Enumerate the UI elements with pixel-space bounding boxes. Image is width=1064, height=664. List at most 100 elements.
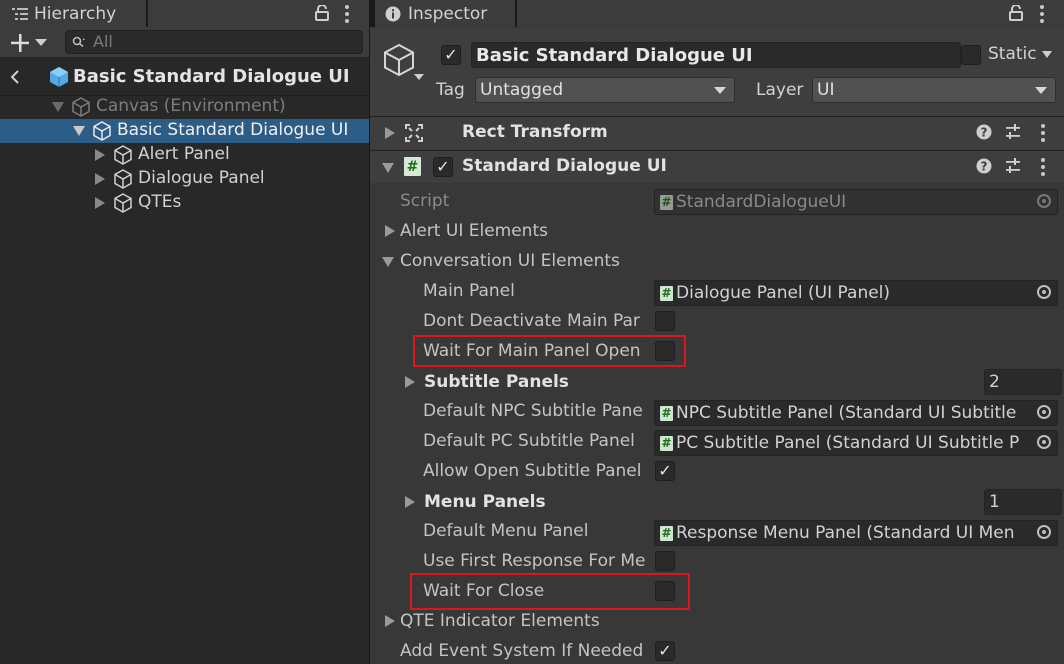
- object-picker-icon[interactable]: [1037, 285, 1051, 299]
- allow-open-subtitle-label: Allow Open Subtitle Panel: [423, 461, 642, 481]
- default-pc-subtitle-value: PC Subtitle Panel (Standard UI Subtitle …: [676, 433, 1020, 453]
- tag-dropdown[interactable]: Untagged: [475, 77, 735, 103]
- icon-dropdown-caret-icon[interactable]: [414, 74, 424, 80]
- list-item-qtes[interactable]: QTEs: [0, 191, 369, 215]
- standard-dialogue-ui-header[interactable]: # ✓ Standard Dialogue UI ?: [370, 150, 1064, 183]
- more-options-icon[interactable]: [1040, 5, 1044, 26]
- gameobject-cube-icon: [113, 193, 133, 213]
- subtitle-panels-count: 2: [989, 372, 1000, 392]
- expand-arrow-icon[interactable]: [95, 173, 105, 185]
- hierarchy-toolbar: All: [0, 27, 369, 57]
- script-hash-icon: #: [660, 405, 673, 421]
- more-options-icon[interactable]: [345, 5, 349, 26]
- tab-hierarchy[interactable]: Hierarchy: [0, 0, 146, 27]
- expand-arrow-icon[interactable]: [52, 102, 64, 112]
- chevron-down-icon: [1035, 87, 1047, 94]
- list-item-label: Alert Panel: [138, 144, 230, 164]
- list-item-alert-panel[interactable]: Alert Panel: [0, 143, 369, 167]
- lock-icon[interactable]: [1009, 5, 1023, 21]
- scene-title: Basic Standard Dialogue UI: [73, 66, 350, 87]
- subtitle-panels-count-input[interactable]: 2: [984, 369, 1062, 395]
- expand-arrow-icon[interactable]: [385, 615, 395, 627]
- svg-text:?: ?: [981, 126, 988, 140]
- gameobject-cube-icon: [92, 121, 112, 141]
- tab-inspector-label: Inspector: [408, 3, 488, 24]
- dont-deactivate-checkbox[interactable]: [655, 311, 675, 331]
- expand-arrow-icon[interactable]: [405, 376, 415, 388]
- hierarchy-tabbar: Hierarchy: [0, 0, 369, 27]
- expand-arrow-icon[interactable]: [95, 197, 105, 209]
- rect-transform-header[interactable]: Rect Transform ?: [370, 116, 1064, 149]
- menu-panels-foldout[interactable]: Menu Panels: [424, 492, 546, 512]
- expand-arrow-icon[interactable]: [382, 257, 394, 267]
- expand-arrow-icon[interactable]: [382, 163, 394, 173]
- tab-inspector[interactable]: Inspector: [375, 0, 515, 27]
- conversation-ui-elements-foldout[interactable]: Conversation UI Elements: [400, 251, 620, 271]
- list-item-label: Dialogue Panel: [138, 168, 265, 188]
- default-menu-panel-value: Response Menu Panel (Standard UI Men: [676, 523, 1015, 543]
- active-checkbox[interactable]: ✓: [441, 45, 461, 65]
- layer-value: UI: [817, 80, 835, 100]
- main-panel-label: Main Panel: [423, 281, 515, 301]
- add-dropdown-caret-icon[interactable]: [35, 39, 47, 46]
- default-menu-panel-label: Default Menu Panel: [423, 521, 589, 541]
- alert-ui-elements-foldout[interactable]: Alert UI Elements: [400, 221, 548, 241]
- expand-arrow-icon[interactable]: [73, 126, 85, 136]
- expand-arrow-icon[interactable]: [95, 149, 105, 161]
- presets-sliders-icon[interactable]: [1005, 124, 1021, 140]
- qte-indicator-elements-foldout[interactable]: QTE Indicator Elements: [400, 611, 600, 631]
- expand-arrow-icon[interactable]: [385, 127, 395, 139]
- list-item-label: Canvas (Environment): [96, 96, 286, 116]
- menu-panels-count-input[interactable]: 1: [984, 489, 1062, 515]
- back-chevron-icon[interactable]: [10, 69, 20, 90]
- more-options-icon[interactable]: [1041, 124, 1045, 145]
- static-checkbox[interactable]: [961, 45, 981, 65]
- object-picker-icon: [1037, 194, 1051, 208]
- info-icon: [385, 6, 401, 22]
- lock-icon[interactable]: [315, 5, 329, 21]
- static-dropdown-caret-icon[interactable]: [1042, 51, 1052, 58]
- help-icon[interactable]: ?: [976, 124, 992, 140]
- add-event-system-checkbox[interactable]: ✓: [655, 641, 675, 661]
- script-hash-icon: #: [660, 285, 673, 301]
- list-item-dialogue-panel[interactable]: Dialogue Panel: [0, 167, 369, 191]
- main-panel-field[interactable]: # Dialogue Panel (UI Panel): [654, 280, 1058, 306]
- search-placeholder: All: [93, 32, 113, 51]
- list-item-canvas-environment[interactable]: Canvas (Environment): [0, 95, 369, 119]
- add-plus-icon[interactable]: [10, 33, 30, 53]
- more-options-icon[interactable]: [1041, 158, 1045, 179]
- use-first-response-checkbox[interactable]: [655, 551, 675, 571]
- expand-arrow-icon[interactable]: [385, 225, 395, 237]
- expand-arrow-icon[interactable]: [405, 496, 415, 508]
- script-label: Script: [400, 191, 450, 211]
- gameobject-large-cube-icon: [382, 43, 416, 77]
- scene-header: Basic Standard Dialogue UI: [0, 64, 369, 90]
- add-event-system-label: Add Event System If Needed: [400, 641, 644, 661]
- default-pc-subtitle-field[interactable]: # PC Subtitle Panel (Standard UI Subtitl…: [654, 430, 1058, 456]
- dont-deactivate-label: Dont Deactivate Main Par: [423, 311, 640, 331]
- allow-open-subtitle-checkbox[interactable]: ✓: [655, 461, 675, 481]
- list-item-basic-standard-dialogue-ui[interactable]: Basic Standard Dialogue UI: [0, 119, 369, 143]
- default-npc-subtitle-field[interactable]: # NPC Subtitle Panel (Standard UI Subtit…: [654, 400, 1058, 426]
- script-field: # StandardDialogueUI: [654, 189, 1058, 215]
- default-npc-subtitle-label: Default NPC Subtitle Pane: [423, 401, 643, 421]
- component-enabled-checkbox[interactable]: ✓: [433, 157, 453, 177]
- layer-dropdown[interactable]: UI: [812, 77, 1056, 103]
- presets-sliders-icon[interactable]: [1005, 158, 1021, 174]
- object-picker-icon[interactable]: [1037, 525, 1051, 539]
- help-icon[interactable]: ?: [976, 158, 992, 174]
- hierarchy-list-icon: [12, 7, 28, 21]
- object-picker-icon[interactable]: [1037, 405, 1051, 419]
- checkmark-icon: ✓: [658, 461, 672, 480]
- hierarchy-search-input[interactable]: All: [65, 30, 363, 54]
- tab-hierarchy-label: Hierarchy: [34, 3, 117, 24]
- svg-text:?: ?: [981, 160, 988, 174]
- object-name-input[interactable]: Basic Standard Dialogue UI: [471, 42, 961, 68]
- object-picker-icon[interactable]: [1037, 435, 1051, 449]
- static-label: Static: [988, 44, 1037, 64]
- subtitle-panels-foldout[interactable]: Subtitle Panels: [424, 372, 569, 392]
- highlight-box: [413, 335, 686, 367]
- default-menu-panel-field[interactable]: # Response Menu Panel (Standard UI Men: [654, 520, 1058, 546]
- default-npc-subtitle-value: NPC Subtitle Panel (Standard UI Subtitle: [676, 403, 1017, 423]
- gameobject-cube-icon: [113, 169, 133, 189]
